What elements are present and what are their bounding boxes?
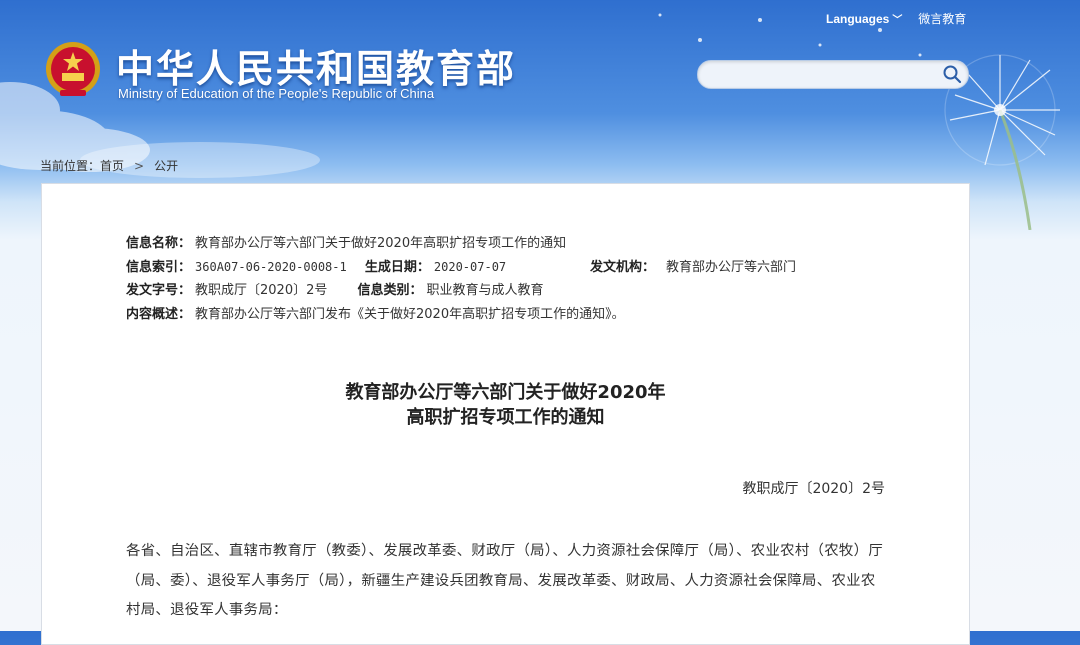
search-input[interactable]	[710, 65, 934, 85]
breadcrumb-home-link[interactable]: 首页	[100, 159, 124, 173]
site-title-english: Ministry of Education of the People's Re…	[118, 86, 435, 101]
meta-date-value: 2020-07-07	[433, 259, 507, 274]
document-number: 教职成厅〔2020〕2号	[742, 481, 885, 497]
meta-index-value: 360A07-06-2020-0008-1	[195, 259, 347, 274]
meta-category-value: 职业教育与成人教育	[426, 283, 544, 298]
meta-docno-label: 发文字号：	[126, 283, 192, 298]
document-metadata: 信息名称： 教育部办公厅等六部门关于做好2020年高职扩招专项工作的通知 信息索引…	[126, 232, 796, 327]
meta-summary-value: 教育部办公厅等六部门发布《关于做好2020年高职扩招专项工作的通知》。	[195, 306, 625, 322]
document-title-line2: 高职扩招专项工作的通知	[406, 407, 605, 428]
national-emblem-icon[interactable]	[44, 40, 102, 100]
languages-menu[interactable]: Languages ﹀	[826, 11, 902, 26]
chevron-down-icon: ﹀	[892, 15, 903, 26]
meta-name-value: 教育部办公厅等六部门关于做好2020年高职扩招专项工作的通知	[195, 236, 567, 251]
meta-summary-label: 内容概述：	[126, 306, 192, 322]
breadcrumb: 当前位置：首页 > 公开	[40, 157, 178, 174]
meta-name-label: 信息名称：	[126, 236, 192, 251]
meta-org-label: 发文机构：	[590, 259, 656, 275]
meta-docno-value: 教职成厅〔2020〕2号	[195, 283, 328, 298]
meta-category-label: 信息类别：	[357, 283, 423, 298]
search-box	[697, 60, 969, 89]
document-title: 教育部办公厅等六部门关于做好2020年 高职扩招专项工作的通知	[42, 380, 969, 430]
meta-index-label: 信息索引：	[126, 259, 192, 275]
meta-date-label: 生成日期：	[364, 259, 430, 275]
languages-label: Languages	[826, 12, 890, 26]
document-title-line1: 教育部办公厅等六部门关于做好2020年	[345, 382, 666, 403]
search-icon[interactable]	[942, 64, 962, 84]
meta-row-summary: 内容概述： 教育部办公厅等六部门发布《关于做好2020年高职扩招专项工作的通知》。	[126, 303, 625, 327]
weibo-link[interactable]: 微言教育	[918, 10, 966, 27]
meta-row-index: 信息索引： 360A07-06-2020-0008-1 生成日期： 2020-07-…	[126, 256, 796, 280]
content-panel: 信息名称： 教育部办公厅等六部门关于做好2020年高职扩招专项工作的通知 信息索引…	[41, 183, 970, 645]
site-header: 中华人民共和国教育部 Ministry of Education of the …	[0, 0, 1080, 150]
breadcrumb-current-link[interactable]: 公开	[154, 159, 178, 173]
meta-row-docno: 发文字号： 教职成厅〔2020〕2号 信息类别： 职业教育与成人教育	[126, 279, 625, 303]
breadcrumb-separator-icon: >	[134, 159, 145, 173]
meta-row-name: 信息名称： 教育部办公厅等六部门关于做好2020年高职扩招专项工作的通知	[126, 232, 625, 256]
meta-org-value: 教育部办公厅等六部门	[666, 259, 797, 275]
site-title-chinese[interactable]: 中华人民共和国教育部	[116, 38, 516, 93]
top-links: Languages ﹀ 微言教育	[826, 10, 966, 27]
document-body: 各省、自治区、直辖市教育厅（教委）、发展改革委、财政厅（局）、人力资源社会保障厅…	[126, 543, 884, 618]
breadcrumb-prefix: 当前位置：	[40, 159, 101, 173]
